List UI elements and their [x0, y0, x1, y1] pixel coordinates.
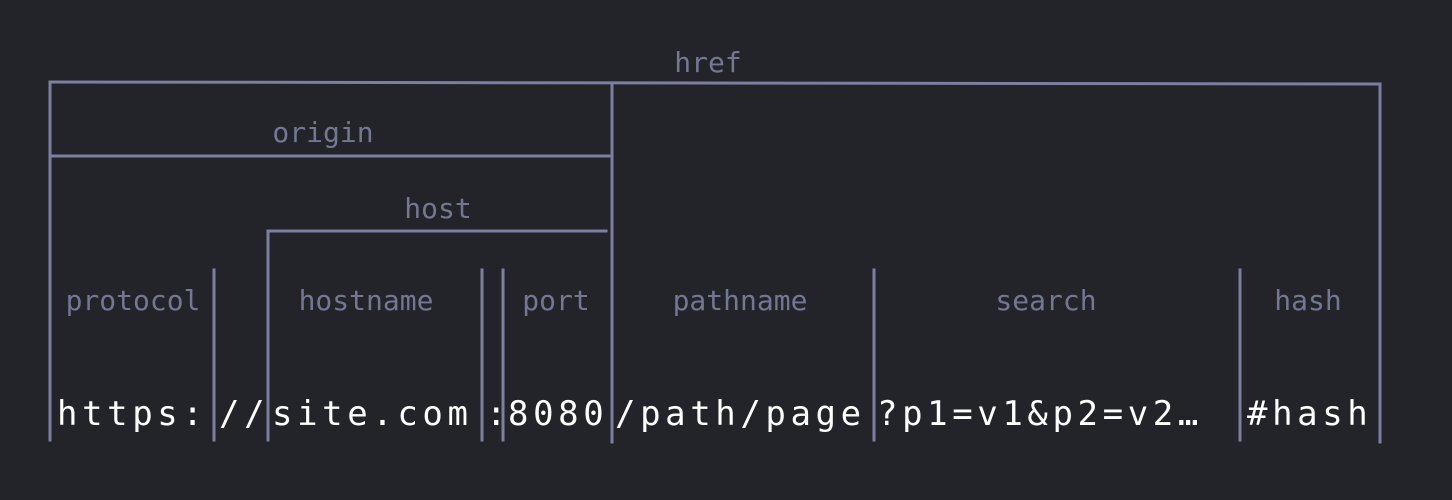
protocol-label: protocol	[66, 284, 201, 317]
port-label: port	[522, 284, 589, 317]
href-label: href	[674, 46, 741, 79]
hash-label: hash	[1274, 284, 1341, 317]
hostname-label: hostname	[299, 284, 434, 317]
bracket-lines	[48, 80, 1382, 444]
url-hash: #hash	[1247, 394, 1372, 434]
url-slashes: //	[219, 394, 269, 434]
url-protocol: https:	[57, 394, 207, 434]
url-anatomy-diagram: href origin host protocol hostname port …	[48, 46, 1382, 444]
host-label: host	[404, 192, 471, 225]
pathname-label: pathname	[673, 284, 808, 317]
search-label: search	[995, 284, 1096, 317]
url-pathname: /path/page	[615, 394, 866, 434]
component-labels: href origin host protocol hostname port …	[66, 46, 1342, 317]
origin-label: origin	[272, 116, 373, 149]
url-text: https: // site.com : 8080 /path/page ?p1…	[57, 394, 1372, 434]
url-hostname: site.com	[272, 394, 473, 434]
url-search: ?p1=v1&p2=v2…	[877, 394, 1203, 434]
href-bracket-top	[48, 80, 1382, 86]
url-port: 8080	[508, 394, 608, 434]
